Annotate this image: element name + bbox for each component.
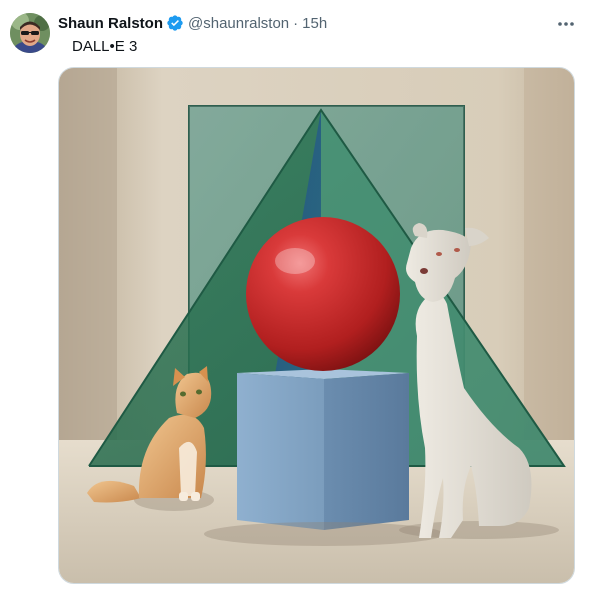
author-name[interactable]: Shaun Ralston <box>58 15 163 32</box>
author-avatar[interactable] <box>10 13 50 53</box>
more-horizontal-icon <box>557 14 575 32</box>
author-handle[interactable]: @shaunralston <box>188 15 289 32</box>
tweet-media-image[interactable] <box>58 67 575 584</box>
more-options-button[interactable] <box>553 12 579 34</box>
dalle-image <box>59 68 574 583</box>
tweet-text: DALL•E 3 <box>72 38 138 55</box>
separator-dot: · <box>293 14 299 32</box>
tweet: Shaun Ralston @shaunralston · 15h DALL•E… <box>0 0 591 593</box>
verified-badge-icon[interactable] <box>166 14 184 32</box>
tweet-header: Shaun Ralston @shaunralston · 15h <box>58 13 327 33</box>
timestamp[interactable]: 15h <box>302 15 327 32</box>
